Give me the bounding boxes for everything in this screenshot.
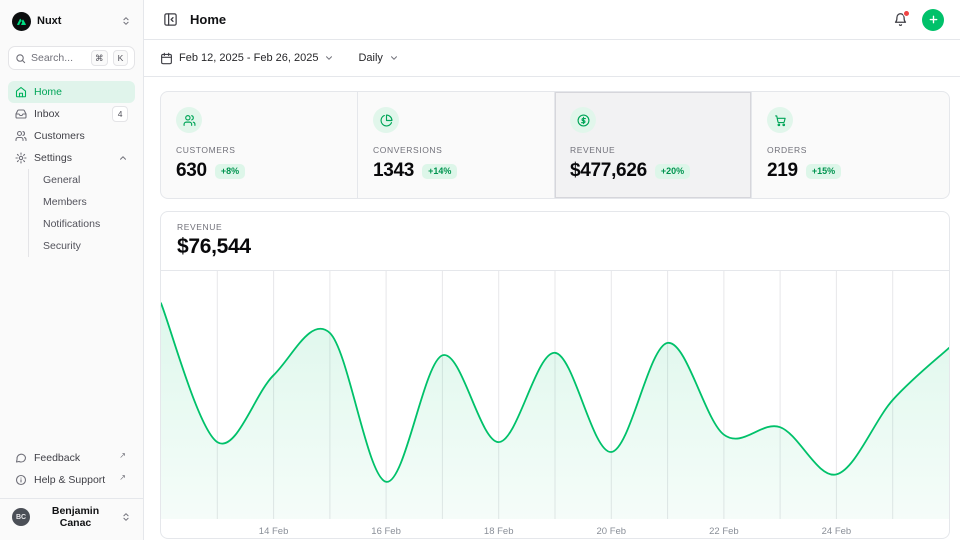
chart-title: REVENUE [177, 222, 933, 232]
search-placeholder: Search... [31, 52, 86, 64]
stats-row: CUSTOMERS 630 +8% CONVERSIONS 1343 +14% [160, 91, 950, 199]
sidebar-item-inbox[interactable]: Inbox 4 [8, 103, 135, 125]
gear-icon [15, 152, 27, 164]
sidebar-item-security[interactable]: Security [35, 235, 135, 257]
chart-header: REVENUE $76,544 [161, 212, 949, 271]
external-link-icon: ↗ [119, 451, 126, 460]
notifications-button[interactable] [890, 10, 910, 30]
sidebar-item-members[interactable]: Members [35, 191, 135, 213]
workspace-switcher[interactable]: Nuxt [8, 8, 135, 34]
filter-bar: Feb 12, 2025 - Feb 26, 2025 Daily [144, 40, 960, 77]
date-range-value: Feb 12, 2025 - Feb 26, 2025 [179, 52, 318, 64]
date-range-picker[interactable]: Feb 12, 2025 - Feb 26, 2025 [160, 52, 334, 65]
sidebar-item-settings[interactable]: Settings [8, 147, 135, 169]
stat-card-revenue[interactable]: REVENUE $477,626 +20% [555, 92, 752, 198]
inbox-count-badge: 4 [112, 106, 128, 122]
svg-text:18 Feb: 18 Feb [484, 526, 514, 537]
page-title: Home [190, 12, 226, 27]
inbox-icon [15, 108, 27, 120]
stat-card-conversions[interactable]: CONVERSIONS 1343 +14% [358, 92, 555, 198]
topbar: Home [144, 0, 960, 40]
user-menu[interactable]: BC Benjamin Canac [8, 502, 135, 532]
stat-value: $477,626 [570, 160, 647, 182]
stat-card-customers[interactable]: CUSTOMERS 630 +8% [161, 92, 358, 198]
home-icon [15, 86, 27, 98]
nuxt-logo [12, 12, 31, 31]
svg-text:22 Feb: 22 Feb [709, 526, 739, 537]
kbd-cmd: ⌘ [91, 50, 109, 66]
sidebar-item-notifications[interactable]: Notifications [35, 213, 135, 235]
stat-delta-badge: +14% [422, 164, 457, 179]
sidebar-item-customers[interactable]: Customers [8, 125, 135, 147]
sidebar-nav: Home Inbox 4 Customers Settings General … [8, 81, 135, 257]
svg-text:20 Feb: 20 Feb [597, 526, 627, 537]
stat-label: CONVERSIONS [373, 145, 539, 155]
cart-icon [767, 107, 793, 133]
external-link-icon: ↗ [119, 473, 126, 482]
dashboard-content: CUSTOMERS 630 +8% CONVERSIONS 1343 +14% [144, 77, 960, 540]
chevrons-up-down-icon [121, 16, 131, 26]
info-circle-icon [15, 474, 27, 486]
search-icon [15, 53, 26, 64]
period-select[interactable]: Daily [358, 52, 398, 64]
chevrons-up-down-icon [121, 512, 131, 522]
chart-total-value: $76,544 [177, 235, 933, 259]
plus-icon [928, 14, 939, 25]
notification-dot [903, 10, 910, 17]
users-icon [15, 130, 27, 142]
main-area: Home Feb 12, 2025 - Feb 26, 2025 Daily [144, 0, 960, 540]
pie-chart-icon [373, 107, 399, 133]
stat-value: 219 [767, 160, 798, 182]
avatar: BC [12, 508, 30, 526]
stat-delta-badge: +20% [655, 164, 690, 179]
stat-label: REVENUE [570, 145, 736, 155]
divider [0, 498, 143, 499]
panel-left-close-icon [163, 12, 178, 27]
workspace-name: Nuxt [37, 15, 115, 27]
dollar-circle-icon [570, 107, 596, 133]
chevron-down-icon [324, 53, 334, 63]
kbd-k: K [113, 50, 128, 66]
revenue-area-chart-svg: 14 Feb 16 Feb 18 Feb 20 Feb 22 Feb 24 Feb [161, 271, 949, 539]
users-icon [176, 107, 202, 133]
add-button[interactable] [922, 9, 944, 31]
stat-value: 630 [176, 160, 207, 182]
chevron-down-icon [389, 53, 399, 63]
calendar-icon [160, 52, 173, 65]
svg-text:14 Feb: 14 Feb [259, 526, 289, 537]
sidebar-item-general[interactable]: General [35, 169, 135, 191]
period-value: Daily [358, 52, 382, 64]
sidebar-collapse-button[interactable] [160, 10, 180, 30]
svg-text:16 Feb: 16 Feb [371, 526, 401, 537]
revenue-area-chart[interactable]: 14 Feb 16 Feb 18 Feb 20 Feb 22 Feb 24 Feb [161, 271, 949, 539]
stat-label: CUSTOMERS [176, 145, 342, 155]
revenue-chart-card: REVENUE $76,544 14 Feb 16 Feb 18 Feb 20 Feb… [160, 211, 950, 539]
stat-value: 1343 [373, 160, 414, 182]
search-input[interactable]: Search... ⌘ K [8, 46, 135, 70]
sidebar-item-help-support[interactable]: Help & Support ↗ [8, 469, 135, 491]
stat-delta-badge: +8% [215, 164, 245, 179]
user-name: Benjamin Canac [36, 505, 115, 529]
svg-text:24 Feb: 24 Feb [822, 526, 852, 537]
stat-card-orders[interactable]: ORDERS 219 +15% [752, 92, 949, 198]
sidebar-item-home[interactable]: Home [8, 81, 135, 103]
chevron-up-icon [118, 153, 128, 163]
stat-delta-badge: +15% [806, 164, 841, 179]
chat-bubble-icon [15, 452, 27, 464]
stat-label: ORDERS [767, 145, 934, 155]
sidebar: Nuxt Search... ⌘ K Home Inbox 4 Customer… [0, 0, 144, 540]
sidebar-item-feedback[interactable]: Feedback ↗ [8, 447, 135, 469]
settings-subnav: General Members Notifications Security [28, 169, 135, 257]
